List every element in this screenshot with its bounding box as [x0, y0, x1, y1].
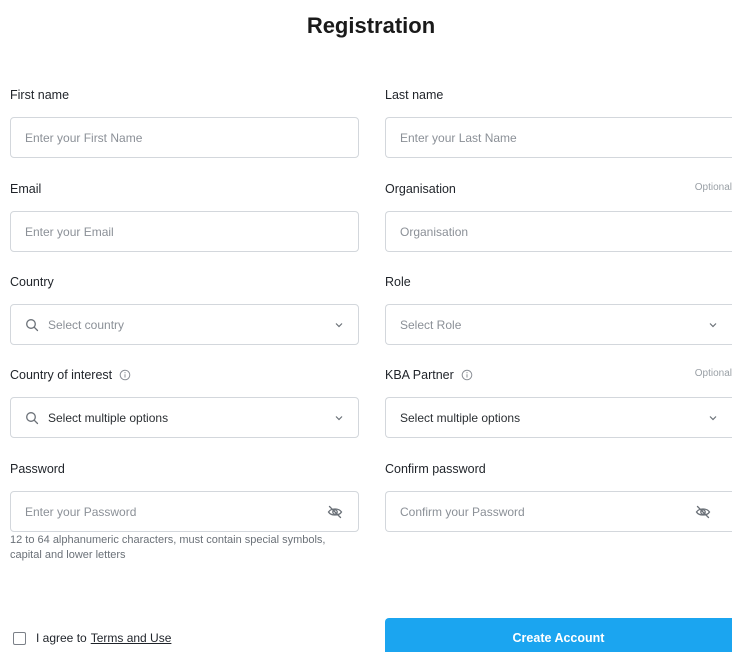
- first-name-placeholder: Enter your First Name: [25, 130, 143, 145]
- country-of-interest-select[interactable]: Select multiple options: [10, 397, 359, 438]
- search-icon: [26, 318, 39, 331]
- organisation-label: Organisation: [385, 182, 456, 196]
- search-icon: [26, 411, 39, 424]
- confirm-password-input[interactable]: Confirm your Password: [385, 491, 732, 532]
- organisation-placeholder: Organisation: [400, 224, 469, 239]
- eye-off-icon[interactable]: [326, 503, 344, 521]
- terms-prefix: I agree to: [36, 631, 87, 645]
- country-select[interactable]: Select country: [10, 304, 359, 345]
- page-title: Registration: [306, 13, 436, 38]
- chevron-down-icon: [709, 322, 717, 327]
- first-name-label: First name: [10, 88, 70, 102]
- kba-partner-optional-tag: Optional: [694, 368, 732, 379]
- email-placeholder: Enter your Email: [25, 224, 114, 239]
- organisation-input[interactable]: Organisation: [385, 211, 732, 252]
- role-select[interactable]: Select Role: [385, 304, 732, 345]
- password-placeholder: Enter your Password: [25, 504, 137, 519]
- confirm-password-field: Confirm password Confirm your Password: [385, 460, 732, 532]
- terms-agreement[interactable]: I agree to Terms and Use: [13, 631, 171, 645]
- password-hint: 12 to 64 alphanumeric characters, must c…: [10, 534, 326, 561]
- info-icon[interactable]: [461, 369, 473, 381]
- password-input[interactable]: Enter your Password: [10, 491, 359, 532]
- country-label: Country: [10, 275, 54, 289]
- last-name-field: Last name Enter your Last Name: [385, 86, 732, 158]
- organisation-field: Organisation Optional Organisation: [385, 180, 732, 252]
- password-field: Password Enter your Password: [10, 460, 359, 532]
- country-placeholder: Select country: [48, 317, 125, 332]
- organisation-optional-tag: Optional: [694, 182, 732, 193]
- role-placeholder: Select Role: [400, 317, 462, 332]
- create-account-button[interactable]: Create Account: [385, 618, 732, 652]
- role-label: Role: [385, 275, 411, 289]
- country-of-interest-label: Country of interest: [10, 368, 113, 382]
- email-field: Email Enter your Email: [10, 180, 359, 252]
- password-label: Password: [10, 462, 65, 476]
- terms-checkbox[interactable]: [13, 631, 26, 645]
- kba-partner-field: KBA Partner Optional Select multiple opt…: [385, 366, 732, 438]
- chevron-down-icon: [335, 322, 343, 327]
- kba-partner-label: KBA Partner: [385, 368, 454, 382]
- country-of-interest-placeholder: Select multiple options: [48, 410, 169, 425]
- chevron-down-icon: [709, 415, 717, 420]
- first-name-input[interactable]: Enter your First Name: [10, 117, 359, 158]
- info-icon[interactable]: [119, 369, 131, 381]
- email-label: Email: [10, 182, 42, 196]
- country-field: Country Select country: [10, 273, 359, 345]
- last-name-input[interactable]: Enter your Last Name: [385, 117, 732, 158]
- kba-partner-placeholder: Select multiple options: [400, 410, 521, 425]
- chevron-down-icon: [335, 415, 343, 420]
- email-input[interactable]: Enter your Email: [10, 211, 359, 252]
- confirm-password-label: Confirm password: [385, 462, 486, 476]
- terms-link[interactable]: Terms and Use: [91, 631, 172, 645]
- kba-partner-select[interactable]: Select multiple options: [385, 397, 732, 438]
- first-name-field: First name Enter your First Name: [10, 86, 359, 158]
- role-field: Role Select Role: [385, 273, 732, 345]
- last-name-label: Last name: [385, 88, 444, 102]
- eye-off-icon[interactable]: [694, 503, 712, 521]
- registration-page: Registration First name Enter your First…: [0, 0, 732, 652]
- confirm-password-placeholder: Confirm your Password: [400, 504, 525, 519]
- last-name-placeholder: Enter your Last Name: [400, 130, 517, 145]
- country-of-interest-field: Country of interest Select multiple opti…: [10, 366, 359, 438]
